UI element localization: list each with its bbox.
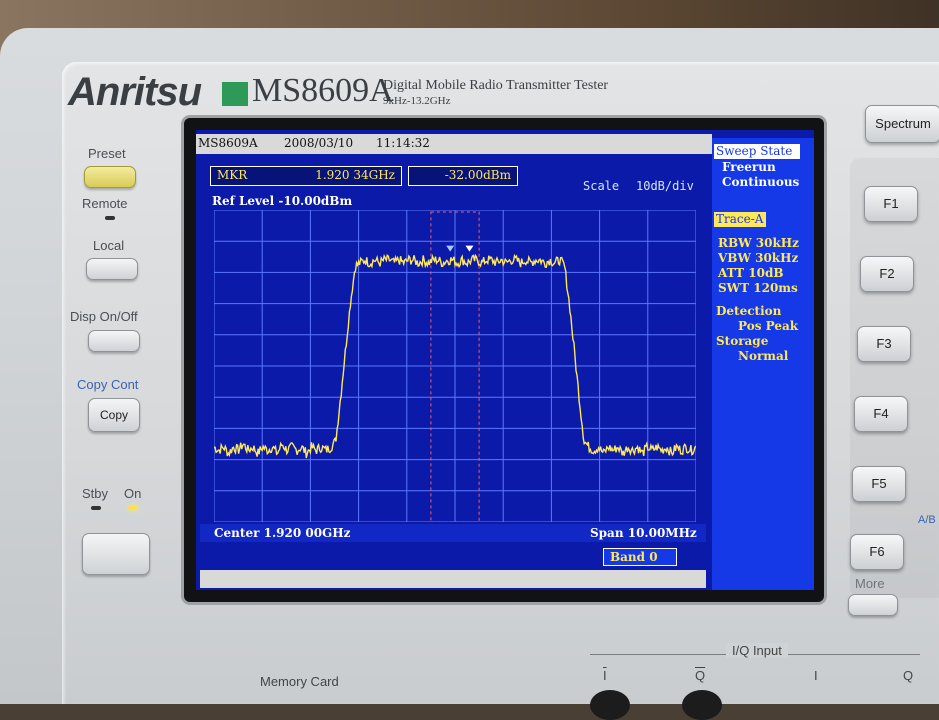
- scale-label: Scale: [583, 179, 620, 193]
- i-bar-label: I: [603, 668, 607, 683]
- remote-led-icon: [105, 216, 115, 220]
- rbw-value: RBW 30kHz: [718, 236, 799, 250]
- brand-square-icon: [222, 82, 248, 106]
- plot-footer: Center 1.920 00GHz Span 10.00MHz: [200, 524, 706, 542]
- copy-cont-label: Copy Cont: [77, 377, 139, 392]
- ref-level: Ref Level -10.00dBm: [212, 194, 353, 208]
- local-button[interactable]: [86, 258, 138, 280]
- storage-value: Normal: [738, 349, 789, 363]
- trace-title: Trace-A: [714, 212, 766, 227]
- disp-label: Disp On/Off: [70, 309, 138, 324]
- screen-date: 2008/03/10: [284, 136, 354, 150]
- on-label: On: [124, 486, 142, 501]
- sweep-continuous: Continuous: [722, 175, 800, 189]
- copy-button[interactable]: Copy: [88, 398, 140, 432]
- center-frequency: Center 1.920 00GHz: [214, 526, 351, 540]
- stby-led-icon: [91, 506, 101, 510]
- on-led-icon: [128, 506, 138, 510]
- disp-onoff-button[interactable]: [88, 330, 140, 352]
- status-bar: MS8609A 2008/03/10 11:14:32: [196, 134, 712, 154]
- i-label: I: [814, 668, 818, 683]
- swt-value: SWT 120ms: [718, 281, 798, 295]
- screen-lower-strip: [200, 570, 706, 588]
- i-bar-connector-icon[interactable]: [590, 690, 630, 720]
- span-value: Span 10.00MHz: [590, 526, 697, 540]
- scale-value: 10dB/div: [636, 179, 694, 193]
- iq-input-label: I/Q Input: [726, 643, 788, 658]
- f5-key[interactable]: F5: [852, 466, 906, 502]
- f6-key[interactable]: F6: [850, 534, 904, 570]
- preset-label: Preset: [88, 146, 126, 161]
- q-bar-connector-icon[interactable]: [682, 690, 722, 720]
- instrument-subtitle: Digital Mobile Radio Transmitter Tester: [383, 78, 609, 93]
- q-bar-label: Q: [695, 668, 706, 683]
- f2-key[interactable]: F2: [860, 256, 914, 292]
- screen-time: 11:14:32: [376, 136, 430, 150]
- memory-card-label: Memory Card: [260, 674, 339, 689]
- more-label: More: [855, 576, 885, 591]
- f3-key[interactable]: F3: [857, 326, 911, 362]
- copy-button-label: Copy: [99, 408, 128, 422]
- marker-label: MKR: [217, 168, 248, 182]
- vbw-value: VBW 30kHz: [718, 251, 799, 265]
- storage-label: Storage: [716, 334, 769, 348]
- more-button[interactable]: [848, 594, 898, 616]
- band-indicator[interactable]: Band 0: [603, 548, 677, 566]
- power-button[interactable]: [82, 533, 150, 575]
- q-label: Q: [903, 668, 914, 683]
- sweep-state-title: Sweep State: [714, 144, 800, 159]
- soft-menu-panel: [712, 138, 814, 590]
- ab-label: A/B: [918, 514, 936, 526]
- local-label: Local: [93, 238, 125, 253]
- marker-level-box[interactable]: -32.00dBm: [408, 166, 518, 186]
- preset-button[interactable]: [84, 166, 136, 188]
- stby-label: Stby: [82, 486, 109, 501]
- detection-value: Pos Peak: [738, 319, 799, 333]
- f1-key[interactable]: F1: [864, 186, 918, 222]
- remote-label: Remote: [82, 196, 128, 211]
- function-key-rail: [850, 158, 939, 598]
- att-value: ATT 10dB: [718, 266, 784, 280]
- marker-frequency-box[interactable]: MKR 1.920 34GHz: [210, 166, 402, 186]
- frequency-range: 9kHz-13.2GHz: [383, 95, 451, 107]
- marker-frequency: 1.920 34GHz: [315, 168, 395, 182]
- brand-logo: Anritsu: [68, 70, 202, 114]
- f4-key[interactable]: F4: [854, 396, 908, 432]
- spectrum-plot[interactable]: [214, 210, 696, 522]
- model-name: MS8609A: [252, 72, 394, 109]
- sweep-mode: Freerun: [722, 160, 776, 174]
- detection-label: Detection: [716, 304, 782, 318]
- screen-model: MS8609A: [198, 136, 258, 150]
- spectrum-button[interactable]: Spectrum: [865, 105, 939, 143]
- marker-level: -32.00dBm: [444, 168, 511, 182]
